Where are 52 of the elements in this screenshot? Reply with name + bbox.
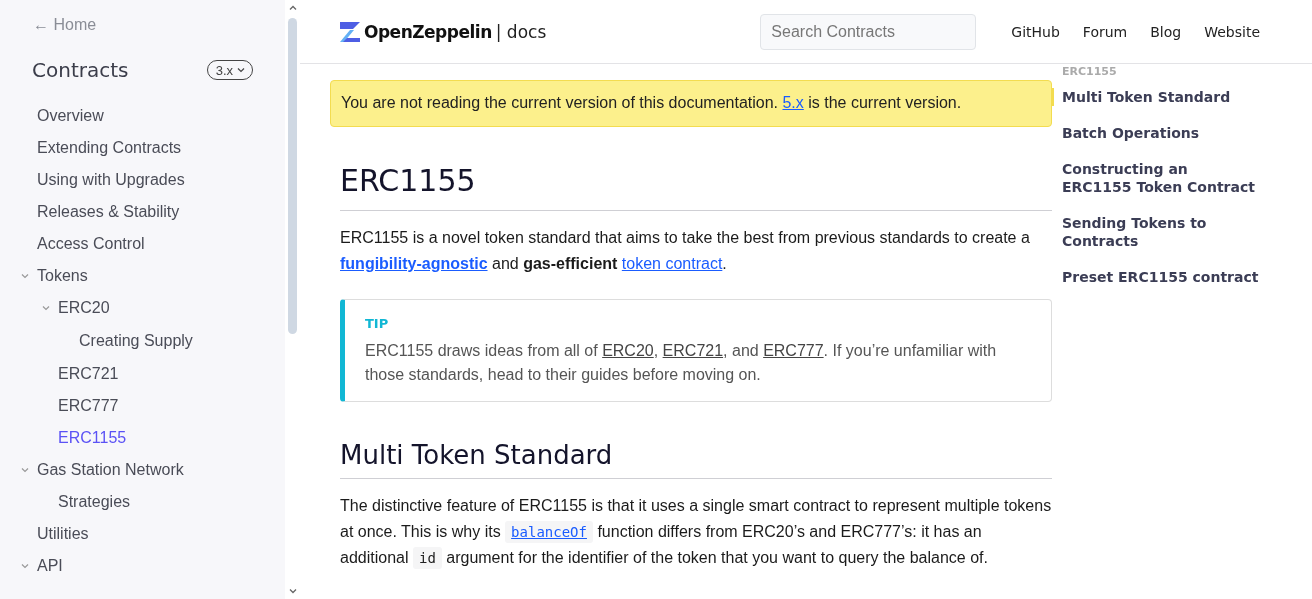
code-link[interactable]: balanceOf xyxy=(505,521,593,543)
scroll-up-icon[interactable] xyxy=(288,4,297,12)
nav-link[interactable]: ERC777 xyxy=(58,397,119,415)
nav-link[interactable]: Strategies xyxy=(58,493,131,511)
nav-link[interactable]: Website xyxy=(1204,23,1260,40)
version-notice: You are not reading the current version of this documentation. 5.x is the current version. xyxy=(330,80,1052,127)
logo-icon[interactable] xyxy=(340,21,360,42)
chevron-down-icon[interactable] xyxy=(20,271,30,281)
logo-text[interactable]: OpenZeppelin xyxy=(364,21,492,42)
toc-link[interactable]: Multi Token Standard xyxy=(1052,88,1262,106)
toc-link[interactable]: Sending Tokens to Contracts xyxy=(1052,214,1262,250)
sidebar-title: Contracts xyxy=(32,58,129,82)
link[interactable]: 5.x xyxy=(782,94,804,111)
nav-link[interactable]: Creating Supply xyxy=(79,332,193,350)
paragraph: ERC1155 draws ideas from all of ERC20, ERC721, and ERC777. If you’re unfamiliar with those standards, head to their guides before moving on. xyxy=(365,341,998,385)
paragraph: The distinctive feature of ERC1155 is that it uses a single smart contract to represent multiple tokens at once. This is why its balanceOf function differs from ERC20’s and ERC777’s: it has an additional id argument for the identifier of the token that you want to query the balance of. xyxy=(340,493,1052,571)
scroll-down-icon[interactable] xyxy=(288,587,297,595)
link[interactable]: fungibility-agnostic xyxy=(340,255,488,272)
section-heading: Multi Token Standard xyxy=(340,440,1052,479)
page-title: ERC1155 xyxy=(340,163,1052,211)
scrollbar-thumb[interactable] xyxy=(288,18,297,334)
nav-link[interactable]: ERC721 xyxy=(58,365,119,383)
toc-link[interactable]: Batch Operations xyxy=(1052,124,1262,142)
toc-link[interactable]: Preset ERC1155 contract xyxy=(1052,268,1262,286)
nav-link[interactable]: Access Control xyxy=(37,235,145,253)
chevron-down-icon xyxy=(236,65,246,75)
nav-link[interactable]: Gas Station Network xyxy=(37,461,184,479)
toc-heading: ERC1155 xyxy=(1062,65,1118,78)
tip-label: TIP xyxy=(365,316,390,331)
toc-link[interactable]: Constructing an ERC1155 Token Contract xyxy=(1052,160,1262,196)
nav-link[interactable]: Utilities xyxy=(37,525,89,543)
link[interactable]: ERC20 xyxy=(602,342,654,359)
nav-link[interactable]: Forum xyxy=(1082,23,1128,40)
nav-link[interactable]: Releases & Stability xyxy=(37,203,180,221)
paragraph: ERC1155 is a novel token standard that aims to take the best from previous standards to create a fungibility-agnostic and gas-efficient token contract. xyxy=(340,228,1031,274)
nav-link[interactable]: Using with Upgrades xyxy=(37,171,185,189)
chevron-down-icon[interactable] xyxy=(20,465,30,475)
link[interactable]: ERC777 xyxy=(763,342,824,359)
nav-link[interactable]: ERC20 xyxy=(58,299,110,317)
nav-link[interactable]: ERC1155 xyxy=(58,429,127,447)
nav-link[interactable]: Overview xyxy=(37,107,104,125)
nav-link[interactable]: API xyxy=(37,557,63,575)
search-field[interactable]: Search Contracts xyxy=(760,13,977,50)
nav-link[interactable]: Blog xyxy=(1150,23,1182,40)
chevron-down-icon[interactable] xyxy=(20,561,30,571)
nav-link[interactable]: GitHub xyxy=(1011,23,1060,40)
link[interactable]: token contract xyxy=(621,255,723,272)
logo-subtitle: | docs xyxy=(495,21,547,42)
nav-link[interactable]: Tokens xyxy=(37,267,88,285)
chevron-down-icon[interactable] xyxy=(41,303,51,313)
inline-code: id xyxy=(412,547,442,569)
nav-link[interactable]: Extending Contracts xyxy=(37,139,182,157)
